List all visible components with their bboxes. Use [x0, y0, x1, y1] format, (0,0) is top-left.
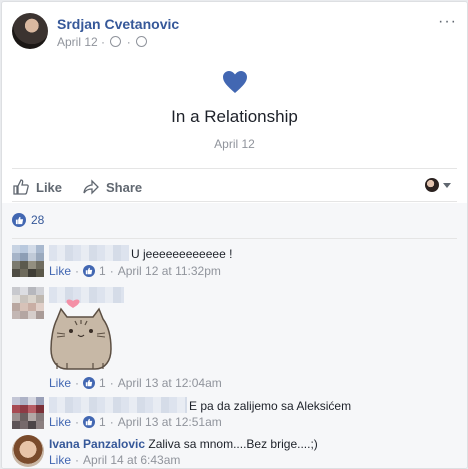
viewer-avatar [425, 178, 439, 192]
comment-meta: Like · 1 · April 13 at 12:04am [49, 376, 222, 390]
reactions-summary[interactable]: 28 [12, 213, 44, 227]
like-reaction-icon [12, 213, 26, 227]
comment-text: U jeeeeeeeeeeee ! [131, 247, 233, 261]
like-reaction-icon [83, 416, 96, 428]
like-button[interactable]: Like [12, 178, 62, 196]
comment-timestamp[interactable]: April 13 at 12:51am [118, 415, 222, 429]
divider [12, 238, 457, 239]
post-date[interactable]: April 12 [57, 35, 98, 49]
commenter-name-redacted [49, 245, 129, 261]
divider [12, 168, 457, 169]
comment-timestamp[interactable]: April 12 at 11:32pm [118, 264, 221, 278]
comments-section: 28 U jeeeeeeeeeeee ! Like · 1 · April 12… [2, 203, 467, 468]
comment-like-count[interactable]: 1 [99, 376, 106, 390]
author-name[interactable]: Srdjan Cvetanovic [57, 16, 179, 32]
action-bar: Like Share [12, 174, 457, 200]
event-title: In a Relationship [171, 107, 298, 126]
comment-like-link[interactable]: Like [49, 376, 71, 390]
comment: U jeeeeeeeeeeee ! Like · 1 · April 12 at… [12, 245, 457, 279]
divider [12, 201, 457, 202]
pusheen-sticker [50, 299, 112, 370]
commenter-avatar[interactable] [12, 435, 44, 467]
comment-meta: Like · April 14 at 6:43am [49, 453, 181, 467]
thumbs-up-icon [13, 179, 29, 195]
comment: Ivana Panzalovic Zaliva sa mnom....Bez b… [12, 435, 457, 468]
life-event: In a Relationship April 12 [2, 62, 467, 151]
comment-timestamp[interactable]: April 13 at 12:04am [118, 376, 222, 390]
commenter-avatar-pixelated[interactable] [12, 287, 44, 319]
post-as-selector[interactable] [425, 178, 451, 192]
comment-like-count[interactable]: 1 [99, 264, 106, 278]
share-button[interactable]: Share [82, 178, 142, 196]
commenter-name-redacted [49, 397, 187, 413]
heart-icon [222, 71, 247, 93]
like-reaction-icon [83, 377, 96, 389]
chevron-down-icon [443, 182, 451, 188]
comment-text: E pa da zalijemo sa Aleksićem [189, 399, 352, 413]
comment: E pa da zalijemo sa Aleksićem Like · 1 ·… [12, 397, 457, 431]
post-meta: April 12 · · [57, 35, 149, 49]
comment-like-link[interactable]: Like [49, 415, 71, 429]
post-header: Srdjan Cvetanovic April 12 · · ··· [12, 13, 457, 53]
comment-like-link[interactable]: Like [49, 264, 71, 278]
more-options-icon[interactable]: ··· [438, 13, 457, 31]
comment-like-count[interactable]: 1 [99, 415, 106, 429]
privacy-globe-icon[interactable] [136, 36, 148, 47]
reaction-count: 28 [31, 213, 45, 227]
author-avatar[interactable] [12, 13, 48, 49]
commenter-name[interactable]: Ivana Panzalovic [49, 437, 145, 451]
comment-timestamp[interactable]: April 14 at 6:43am [83, 453, 180, 467]
post-card: Srdjan Cvetanovic April 12 · · ··· In a … [1, 1, 468, 469]
comment-meta: Like · 1 · April 13 at 12:51am [49, 415, 222, 429]
edit-history-icon [110, 36, 122, 47]
commenter-avatar-pixelated[interactable] [12, 397, 44, 429]
comment-meta: Like · 1 · April 12 at 11:32pm [49, 264, 221, 278]
share-arrow-icon [83, 179, 99, 195]
comment-body: Ivana Panzalovic Zaliva sa mnom....Bez b… [49, 437, 318, 451]
comment-text: Zaliva sa mnom....Bez brige....;) [148, 437, 318, 451]
comment: Like · 1 · April 13 at 12:04am [12, 287, 457, 397]
commenter-avatar-pixelated[interactable] [12, 245, 44, 277]
event-date: April 12 [214, 137, 255, 151]
comment-like-link[interactable]: Like [49, 453, 71, 467]
like-reaction-icon [83, 265, 96, 277]
